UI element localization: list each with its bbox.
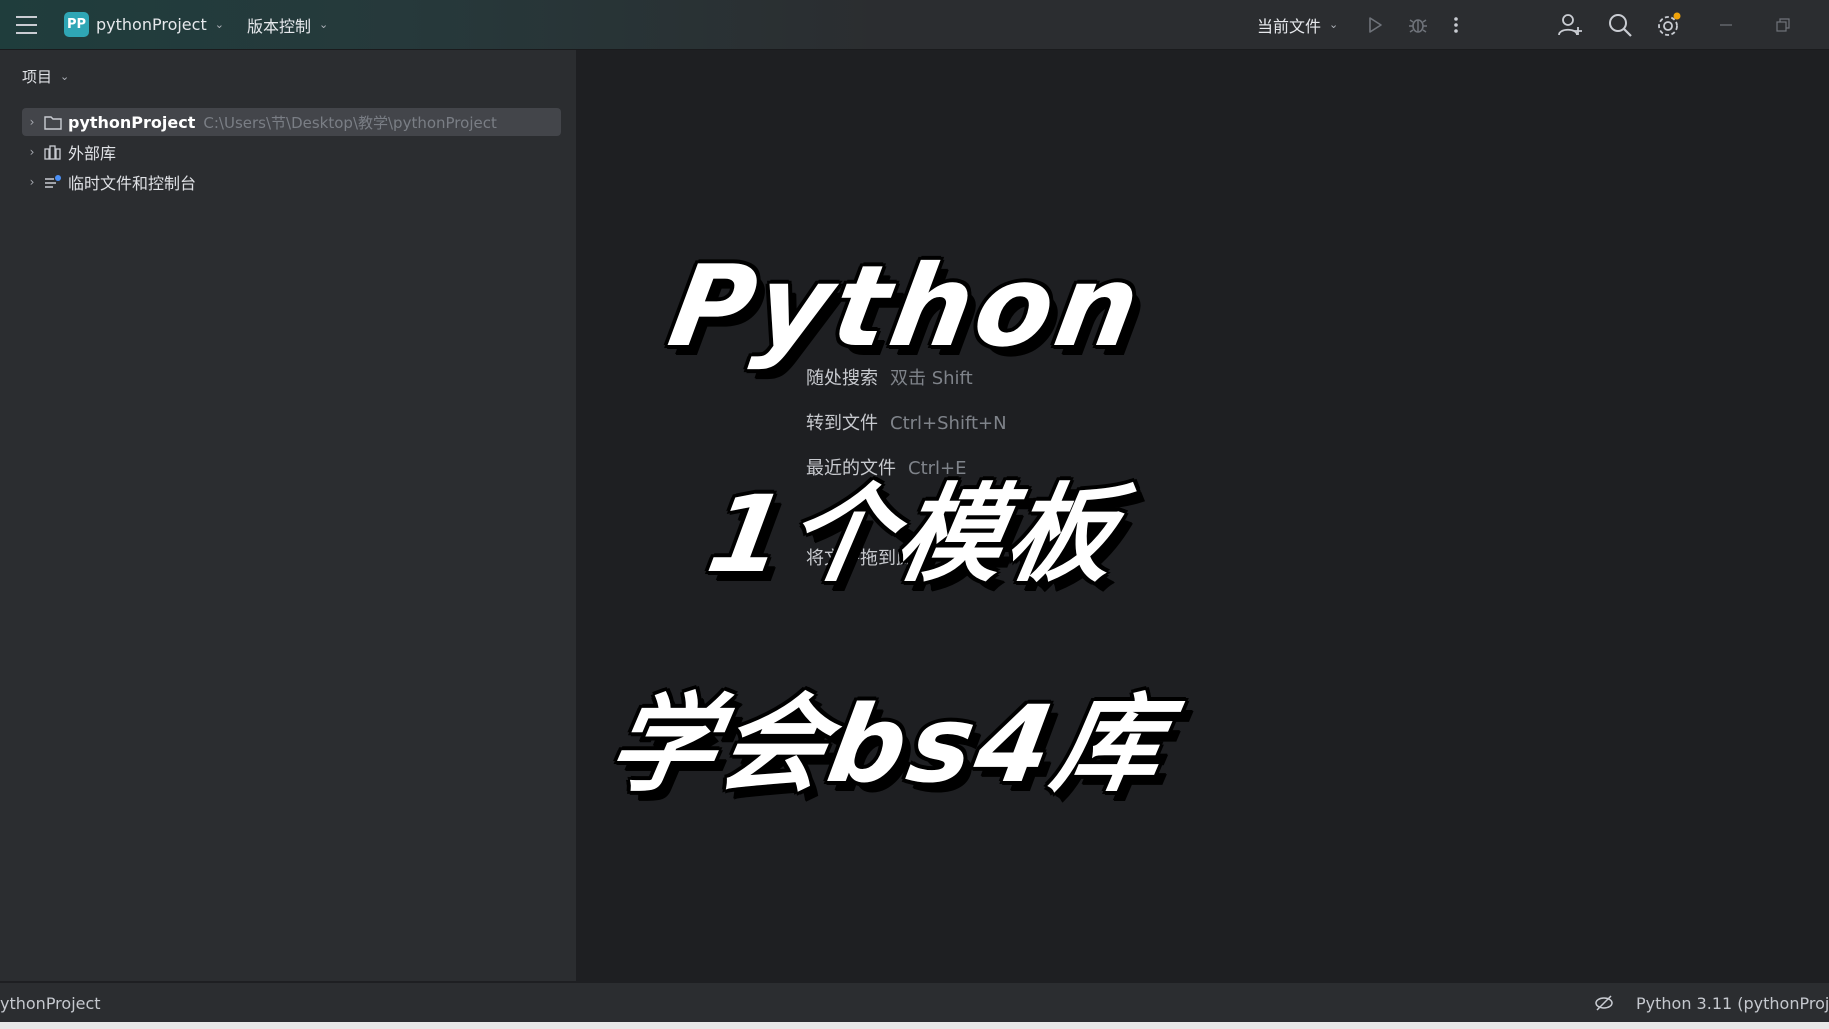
folder-icon xyxy=(42,113,64,131)
search-icon[interactable] xyxy=(1607,0,1633,49)
expand-arrow-icon[interactable]: › xyxy=(22,145,42,159)
chevron-down-icon: ⌄ xyxy=(60,69,70,83)
main-menu-icon[interactable] xyxy=(16,0,42,49)
debug-icon[interactable] xyxy=(1407,0,1429,49)
no-inspections-icon[interactable] xyxy=(1594,993,1614,1017)
run-config-selector[interactable]: 当前文件 ⌄ xyxy=(1257,0,1338,49)
minimize-icon[interactable] xyxy=(1718,0,1734,49)
bottom-edge xyxy=(0,1022,1829,1029)
tree-item-label: 临时文件和控制台 xyxy=(68,174,197,193)
more-actions-icon[interactable] xyxy=(1452,0,1460,49)
title-bar: PP pythonProject ⌄ 版本控制 ⌄ 当前文件 ⌄ xyxy=(0,0,1829,50)
expand-arrow-icon[interactable]: › xyxy=(22,115,42,129)
project-name: pythonProject xyxy=(96,15,207,34)
overlay-title-bs4: 学会bs4库 xyxy=(599,683,1176,806)
run-icon[interactable] xyxy=(1365,0,1385,49)
restore-icon[interactable] xyxy=(1775,0,1791,49)
project-badge[interactable]: PP xyxy=(64,12,89,37)
library-icon xyxy=(42,143,64,161)
hint-label: 转到文件 xyxy=(806,413,878,434)
chevron-down-icon: ⌄ xyxy=(319,18,329,31)
expand-arrow-icon[interactable]: › xyxy=(22,175,42,189)
tree-item-path: C:\Users\节\Desktop\教学\pythonProject xyxy=(203,113,497,132)
status-breadcrumb[interactable]: ythonProject xyxy=(0,983,101,1023)
overlay-title-template: 1个模板 xyxy=(699,473,1129,596)
hint-goto-file: 转到文件 Ctrl+Shift+N xyxy=(806,409,1007,435)
tree-item-external-libraries[interactable]: › 外部库 xyxy=(22,138,116,166)
chevron-down-icon: ⌄ xyxy=(1329,18,1339,31)
tree-item-project-root[interactable]: › pythonProject C:\Users\节\Desktop\教学\py… xyxy=(22,108,561,136)
status-bar: ythonProject Python 3.11 (pythonProje xyxy=(0,982,1829,1023)
code-with-me-icon[interactable] xyxy=(1557,0,1583,49)
project-panel-title: 项目 xyxy=(22,67,53,86)
vcs-label: 版本控制 xyxy=(247,16,312,36)
tree-item-scratches[interactable]: › 临时文件和控制台 xyxy=(22,168,196,196)
hint-shortcut: Ctrl+Shift+N xyxy=(890,413,1007,434)
tree-item-label: pythonProject xyxy=(68,112,196,132)
vcs-menu[interactable]: 版本控制 ⌄ xyxy=(247,0,328,49)
run-config-label: 当前文件 xyxy=(1257,16,1322,36)
tree-item-label: 外部库 xyxy=(68,144,117,163)
scratch-icon xyxy=(42,173,64,191)
project-panel-header[interactable]: 项目 ⌄ xyxy=(22,64,69,88)
interpreter-selector[interactable]: Python 3.11 (pythonProje xyxy=(1636,983,1829,1023)
overlay-title-python: Python xyxy=(660,242,1153,372)
project-switcher[interactable]: pythonProject ⌄ xyxy=(96,0,224,49)
settings-gear-icon[interactable] xyxy=(1655,0,1683,49)
ide-window: PP pythonProject ⌄ 版本控制 ⌄ 当前文件 ⌄ 项目 ⌄ › … xyxy=(0,0,1829,1029)
chevron-down-icon: ⌄ xyxy=(214,18,224,31)
